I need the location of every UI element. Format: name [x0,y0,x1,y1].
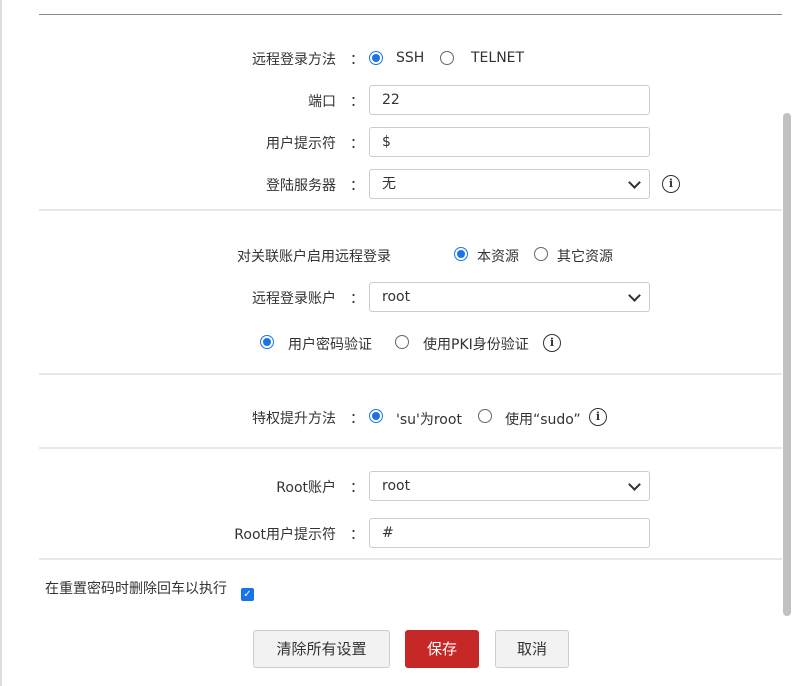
divider [39,558,782,560]
remove-cr-label: 在重置密码时删除回车以执行 [45,581,227,597]
user-prompt-input[interactable]: $ [369,127,650,157]
root-prompt-input[interactable]: # [369,518,650,548]
su-root-radio[interactable] [369,409,383,423]
su-root-label: 'su'为root [396,412,462,428]
ssh-radio[interactable] [369,51,383,65]
root-account-label: Root账户 [276,480,336,496]
divider [39,373,782,375]
colon: ： [350,94,364,110]
divider [39,209,782,211]
scrollbar[interactable] [783,113,791,616]
colon: ： [350,480,364,496]
this-resource-label: 本资源 [477,249,519,265]
port-input[interactable]: 22 [369,85,650,115]
privilege-label: 特权提升方法 [252,411,336,427]
password-auth-label: 用户密码验证 [288,337,372,353]
colon: ： [350,527,364,543]
port-label: 端口 [308,94,336,110]
info-icon[interactable]: i [543,334,561,352]
colon: ： [350,178,364,194]
sudo-label: 使用“sudo” [505,412,581,428]
save-button[interactable]: 保存 [405,630,479,668]
top-divider [39,14,782,15]
remote-account-select[interactable]: root [369,282,650,312]
this-resource-radio[interactable] [454,247,468,261]
password-auth-radio[interactable] [260,335,274,349]
sudo-radio[interactable] [478,409,492,423]
colon: ： [350,136,364,152]
pki-auth-label: 使用PKI身份验证 [423,337,529,353]
colon: ： [350,291,364,307]
linked-account-label: 对关联账户启用远程登录 [237,249,391,265]
divider [39,447,782,449]
info-icon[interactable]: i [662,175,680,193]
ssh-label: SSH [396,50,425,66]
left-border [0,0,2,686]
other-resource-label: 其它资源 [557,249,613,265]
remove-cr-checkbox[interactable]: ✓ [241,588,254,601]
login-server-label: 登陆服务器 [266,178,336,194]
pki-auth-radio[interactable] [395,335,409,349]
user-prompt-label: 用户提示符 [266,136,336,152]
info-icon[interactable]: i [589,408,607,426]
root-prompt-label: Root用户提示符 [234,527,336,543]
login-method-label: 远程登录方法 [252,52,336,68]
other-resource-radio[interactable] [534,247,548,261]
telnet-radio[interactable] [440,51,454,65]
login-server-select[interactable]: 无 [369,169,650,199]
remote-account-label: 远程登录账户 [252,291,336,307]
clear-settings-button[interactable]: 清除所有设置 [253,630,390,668]
colon: ： [350,411,364,427]
telnet-label: TELNET [471,50,525,66]
cancel-button[interactable]: 取消 [495,630,569,668]
root-account-select[interactable]: root [369,471,650,501]
colon: ： [350,52,364,68]
